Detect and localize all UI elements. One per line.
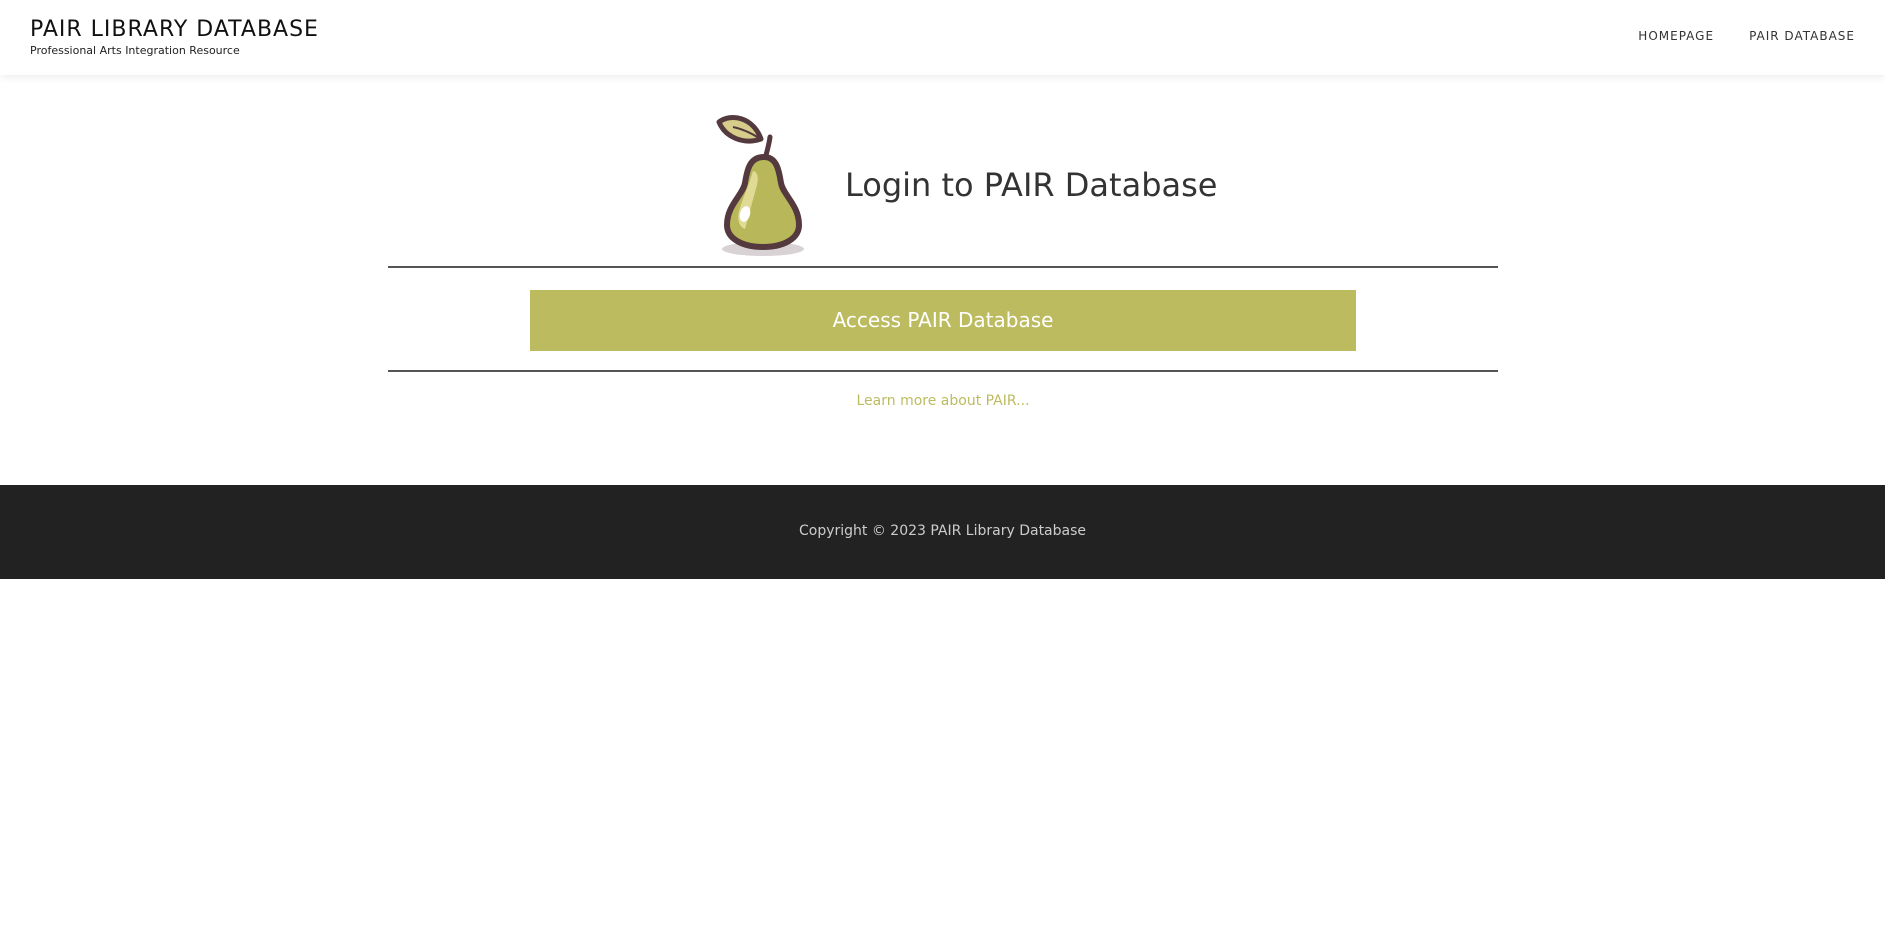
login-heading-row: Login to PAIR Database xyxy=(388,115,1498,260)
site-title-link[interactable]: PAIR LIBRARY DATABASE xyxy=(30,16,319,44)
divider-top xyxy=(388,266,1498,268)
copyright-text: Copyright © 2023 PAIR Library Database xyxy=(798,523,1087,539)
page-title: Login to PAIR Database xyxy=(845,166,1218,204)
nav-link-pair-database[interactable]: PAIR DATABASE xyxy=(1749,29,1855,43)
main-content: Login to PAIR Database Access PAIR Datab… xyxy=(388,75,1498,485)
divider-bottom xyxy=(388,370,1498,372)
site-footer: Copyright © 2023 PAIR Library Database xyxy=(0,485,1885,579)
branding: PAIR LIBRARY DATABASE Professional Arts … xyxy=(30,16,319,58)
main-nav: HOMEPAGE PAIR DATABASE xyxy=(1638,29,1855,43)
learn-more-link[interactable]: Learn more about PAIR... xyxy=(388,393,1498,409)
nav-link-homepage[interactable]: HOMEPAGE xyxy=(1638,29,1714,43)
access-database-button[interactable]: Access PAIR Database xyxy=(530,290,1356,351)
pear-icon xyxy=(716,115,804,256)
site-tagline: Professional Arts Integration Resource xyxy=(30,44,240,57)
site-header: PAIR LIBRARY DATABASE Professional Arts … xyxy=(0,0,1885,75)
